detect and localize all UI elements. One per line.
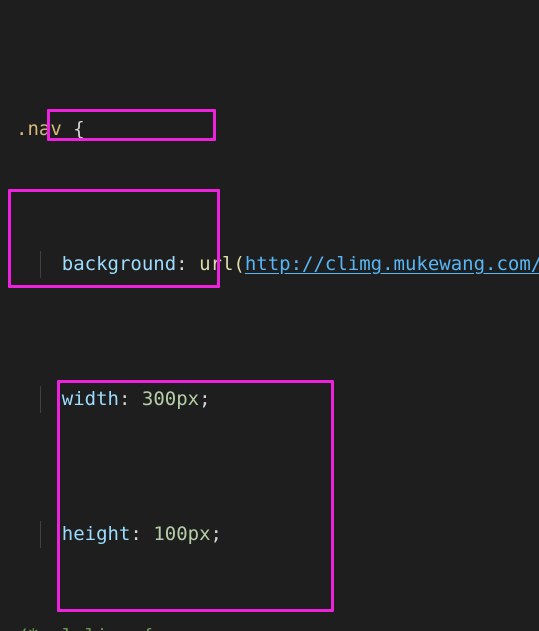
space-h [142, 523, 153, 545]
code-line-nav-height: height: 100px; [0, 521, 539, 548]
css-url-function: url( [199, 253, 245, 275]
colon-bg: : [176, 253, 188, 275]
css-value-width: 300px [141, 388, 200, 410]
semicolon-w: ; [199, 388, 211, 410]
css-source-code[interactable]: .nav { background: url(http://climg.muke… [0, 8, 539, 631]
space-1 [62, 118, 73, 140]
css-selector-nav: .nav [16, 118, 62, 140]
css-value-height: 100px [153, 523, 211, 545]
css-property-height: height [61, 523, 131, 545]
code-line-nav-background: background: url(http://climg.mukewang.co… [0, 251, 539, 278]
css-property-background: background [61, 253, 177, 275]
clipped-bottom-code-line: /* ul li a { [16, 623, 153, 631]
code-line-nav-width: width: 300px; [0, 386, 539, 413]
colon-w: : [118, 388, 131, 410]
semicolon-h: ; [210, 523, 222, 545]
code-line-nav-selector: .nav { [0, 116, 539, 143]
brace-open-nav: { [73, 118, 85, 140]
background-image-url[interactable]: http://climg.mukewang.com/58 [245, 253, 539, 275]
css-property-width: width [61, 388, 119, 410]
space-w [130, 388, 141, 410]
space-bg [188, 253, 199, 275]
colon-h: : [130, 523, 142, 545]
code-editor-screenshot: .nav { background: url(http://climg.muke… [0, 0, 539, 631]
